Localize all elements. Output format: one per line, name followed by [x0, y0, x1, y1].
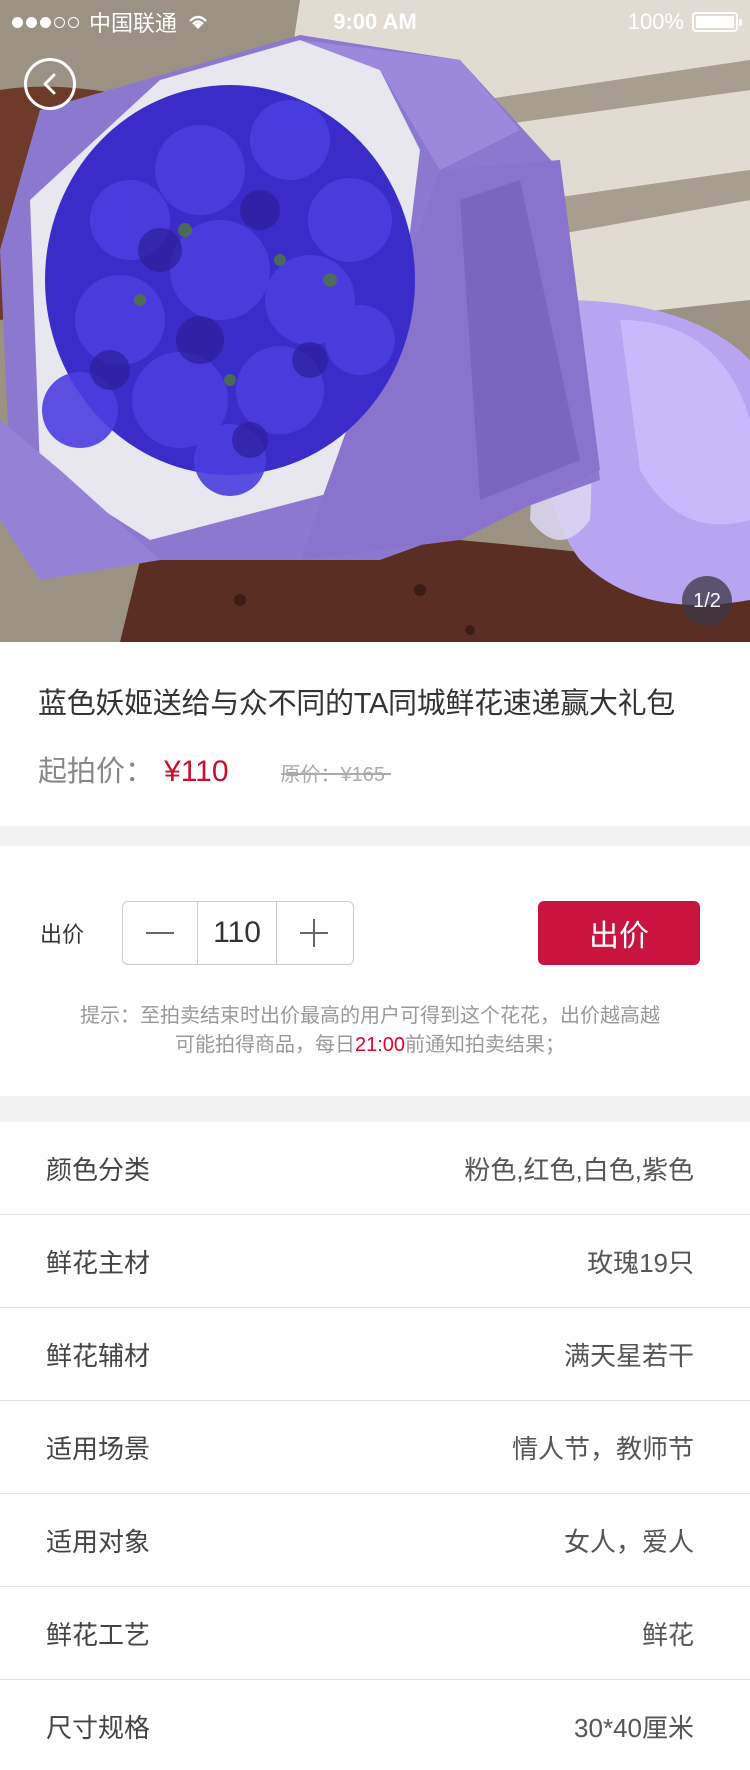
spec-row-color: 颜色分类 粉色,红色,白色,紫色	[0, 1122, 750, 1215]
price-row: 起拍价： ¥110 原价：¥165	[38, 748, 712, 790]
spec-row-craft: 鲜花工艺 鲜花	[0, 1587, 750, 1680]
spec-row-recipient: 适用对象 女人，爱人	[0, 1494, 750, 1587]
back-button[interactable]	[24, 58, 76, 110]
bid-section: 出价 110 出价 提示：至拍卖结束时出价最高的用户可得到这个花花，出价越高越 …	[0, 846, 750, 1096]
product-info: 蓝色妖姬送给与众不同的TA同城鲜花速递赢大礼包 起拍价： ¥110 原价：¥16…	[0, 642, 750, 826]
bid-tip-line2: 可能拍得商品，每日21:00前通知拍卖结果；	[40, 1031, 700, 1060]
spec-key: 适用对象	[46, 1526, 151, 1557]
spec-key: 适用场景	[46, 1433, 151, 1464]
spec-list: 颜色分类 粉色,红色,白色,紫色 鲜花主材 玫瑰19只 鲜花辅材 满天星若干 适…	[0, 1122, 750, 1770]
bid-amount-stepper[interactable]: 110	[122, 901, 354, 965]
plus-icon	[300, 919, 328, 947]
status-time: 9:00 AM	[333, 9, 417, 34]
minus-icon	[146, 932, 174, 934]
gallery-pager: 1/2	[682, 576, 732, 626]
bid-label: 出价	[40, 922, 85, 947]
spec-value: 满天星若干	[563, 1340, 694, 1371]
starting-price-label: 起拍价：	[38, 756, 155, 788]
bid-tip: 提示：至拍卖结束时出价最高的用户可得到这个花花，出价越高越 可能拍得商品，每日2…	[40, 1002, 700, 1060]
bid-tip-line1: 提示：至拍卖结束时出价最高的用户可得到这个花花，出价越高越	[80, 1005, 660, 1027]
spec-row-main-flower: 鲜花主材 玫瑰19只	[0, 1215, 750, 1308]
spec-value: 玫瑰19只	[587, 1247, 694, 1278]
spec-value: 情人节，教师节	[511, 1433, 694, 1464]
spec-row-size: 尺寸规格 30*40厘米	[0, 1680, 750, 1770]
bid-tip-time: 21:00	[354, 1034, 406, 1056]
spec-key: 鲜花工艺	[46, 1619, 151, 1650]
bid-amount-value[interactable]: 110	[197, 902, 277, 964]
battery-icon	[692, 12, 742, 32]
product-title: 蓝色妖姬送给与众不同的TA同城鲜花速递赢大礼包	[38, 688, 676, 720]
spec-row-occasion: 适用场景 情人节，教师节	[0, 1401, 750, 1494]
carrier-name: 中国联通	[89, 11, 178, 36]
spec-key: 鲜花主材	[46, 1247, 151, 1278]
spec-key: 鲜花辅材	[46, 1340, 151, 1371]
spec-value: 30*40厘米	[574, 1713, 694, 1743]
signal-strength-icon	[12, 16, 79, 28]
battery-percent: 100%	[627, 9, 684, 34]
product-photo	[0, 0, 750, 642]
product-image-gallery[interactable]: 中国联通 9:00 AM 100% 1/2	[0, 0, 750, 642]
spec-row-accessory: 鲜花辅材 满天星若干	[0, 1308, 750, 1401]
wifi-icon	[189, 15, 207, 29]
spec-value: 女人，爱人	[563, 1526, 694, 1557]
back-arrow-icon	[43, 73, 56, 95]
original-price: 原价：¥165	[280, 758, 391, 787]
bid-tip-suffix: 前通知拍卖结果；	[405, 1034, 566, 1056]
increase-button[interactable]	[277, 902, 351, 964]
spec-key: 颜色分类	[46, 1154, 151, 1185]
spec-value: 粉色,红色,白色,紫色	[464, 1154, 694, 1185]
status-bar: 中国联通 9:00 AM 100%	[0, 0, 750, 44]
spec-value: 鲜花	[641, 1619, 694, 1650]
spec-key: 尺寸规格	[46, 1713, 151, 1743]
place-bid-button[interactable]: 出价	[538, 901, 700, 965]
starting-price: ¥110	[164, 755, 229, 788]
bid-tip-text: 可能拍得商品，每日	[174, 1034, 355, 1056]
decrease-button[interactable]	[123, 902, 197, 964]
